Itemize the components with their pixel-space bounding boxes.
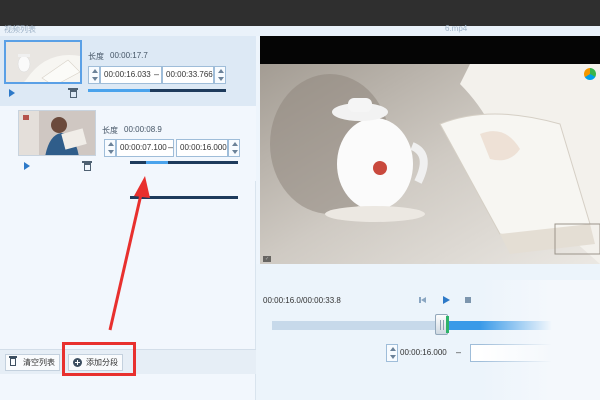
- clip-2-length-label: 长度: [102, 126, 118, 135]
- clip-1-dash: –: [154, 69, 160, 79]
- clip-1-end-time[interactable]: 00:00:33.766: [162, 66, 214, 84]
- clip-1-start-spinner[interactable]: [88, 66, 100, 84]
- clip-2-end-time[interactable]: 00:00:16.000: [176, 139, 228, 157]
- segment-dash: –: [456, 347, 462, 357]
- timeline-handle-marker: [446, 316, 449, 333]
- clip-2-start-time[interactable]: 00:00:07.100: [116, 139, 174, 157]
- clip-2-end-spinner[interactable]: [228, 139, 240, 157]
- clip-1-start-time[interactable]: 00:00:16.033: [100, 66, 162, 84]
- clip-1-length-value: 00:00:17.7: [110, 51, 148, 60]
- clip-2-start-spinner[interactable]: [104, 139, 116, 157]
- clear-list-button[interactable]: 清空列表: [5, 354, 60, 371]
- clip-2-trash-icon[interactable]: [82, 161, 92, 171]
- clip-1-progress-fill: [88, 89, 150, 92]
- clip-1-trash-icon[interactable]: [68, 88, 78, 98]
- time-readout: 00:00:16.0/00:00:33.8: [263, 296, 341, 305]
- clip-item-1[interactable]: 长度 00:00:17.7 00:00:16.033 – 00:00:33.76…: [0, 36, 256, 106]
- header-strip: [0, 26, 600, 36]
- right-fade: [480, 280, 600, 400]
- video-frame: [260, 64, 600, 264]
- clip-2-play-icon[interactable]: [24, 162, 30, 170]
- clear-icon: [9, 356, 17, 366]
- title-bar: [0, 0, 600, 26]
- clip-1-end-spinner[interactable]: [214, 66, 226, 84]
- segment-start-time[interactable]: 00:00:16.000: [398, 344, 458, 362]
- clip-2-dash: –: [168, 142, 174, 152]
- watermark-logo-icon: [584, 68, 596, 80]
- clip-2-progress-track: [130, 196, 238, 199]
- clear-list-label: 清空列表: [23, 358, 55, 367]
- clip-thumbnail-2[interactable]: [18, 110, 96, 156]
- segment-start-spinner[interactable]: [386, 344, 398, 362]
- panel-title: 视频列表: [4, 25, 36, 34]
- video-filename: 6.mp4: [445, 24, 468, 33]
- play-icon[interactable]: [443, 296, 450, 304]
- clip-1-play-icon[interactable]: [9, 89, 15, 97]
- clip-2-progress-fill: [146, 161, 168, 164]
- stop-icon[interactable]: [465, 297, 471, 303]
- clip-1-length-label: 长度: [88, 52, 104, 61]
- video-preview[interactable]: ✓: [260, 36, 600, 264]
- video-splitter-window: 视频列表 6.mp4 长度 00:00:17.7 00:00:16.033 –: [0, 0, 600, 400]
- clip-2-length-value: 00:00:08.9: [124, 125, 162, 134]
- video-tag: ✓: [263, 256, 272, 262]
- clip-thumbnail-1[interactable]: [4, 40, 82, 84]
- add-segment-highlight: [62, 342, 136, 376]
- previous-frame-icon[interactable]: [421, 297, 426, 303]
- clip-item-2[interactable]: 长度 00:00:08.9 00:00:07.100 – 00:00:16.00…: [0, 106, 256, 199]
